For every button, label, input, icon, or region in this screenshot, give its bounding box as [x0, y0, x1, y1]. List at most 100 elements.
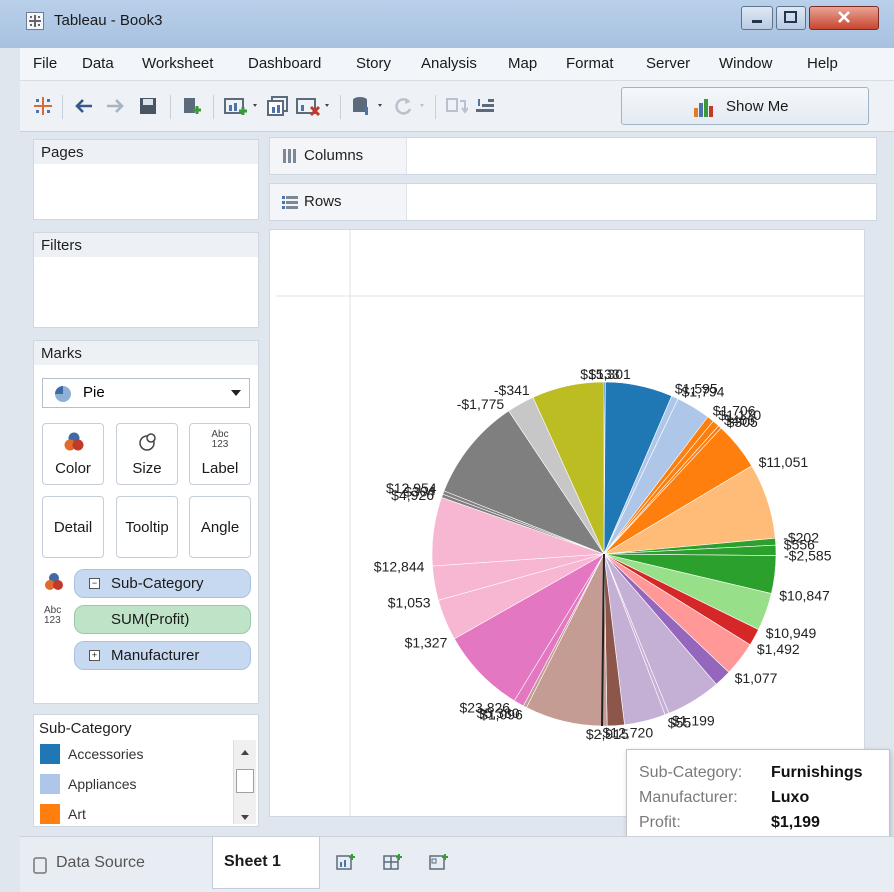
color-encoding-icon — [45, 573, 63, 590]
legend-item-label: Appliances — [68, 776, 137, 792]
save-icon — [140, 98, 156, 114]
menu-window[interactable]: Window — [719, 55, 772, 72]
menu-story[interactable]: Story — [356, 55, 391, 72]
pages-shelf[interactable]: Pages — [33, 139, 259, 220]
pie-icon — [55, 386, 71, 402]
view-canvas[interactable]: $133 $15,301 $1,595 $1,794 $1,706 $1,170 $406 $… — [269, 229, 865, 817]
close-button[interactable] — [809, 6, 879, 30]
maximize-button[interactable] — [776, 6, 806, 30]
sum-profit-pill[interactable]: SUM(Profit) — [74, 605, 251, 634]
minimize-icon — [752, 20, 762, 23]
sub-category-pill[interactable]: − Sub-Category — [74, 569, 251, 598]
new-worksheet-icon — [224, 98, 257, 115]
clear-sheet-button[interactable] — [295, 81, 331, 131]
sub-category-legend: Sub-Category Accessories Appliances Art — [33, 714, 259, 827]
tableau-logo-button[interactable] — [32, 81, 54, 131]
tooltip-row: Sub-Category: Furnishings — [639, 764, 863, 781]
new-dashboard-icon[interactable] — [383, 853, 403, 871]
menu-format[interactable]: Format — [566, 55, 614, 72]
detail-card-button[interactable]: Detail — [42, 496, 104, 558]
angle-card-button[interactable]: Angle — [189, 496, 251, 558]
color-card-label: Color — [55, 460, 91, 477]
color-icon — [64, 432, 84, 451]
scroll-up-icon — [241, 750, 249, 755]
legend-swatch — [40, 804, 60, 824]
forward-arrow-icon — [107, 99, 124, 113]
menu-server[interactable]: Server — [646, 55, 690, 72]
label-card-button[interactable]: Abc 123 Label — [189, 423, 251, 485]
rows-icon — [282, 196, 298, 209]
size-card-button[interactable]: Size — [116, 423, 178, 485]
columns-shelf[interactable]: Columns — [269, 137, 877, 175]
tooltip-card-button[interactable]: Tooltip — [116, 496, 178, 558]
mark-type-dropdown[interactable]: Pie — [42, 378, 250, 408]
slice-label: $55 — [668, 714, 692, 730]
refresh-button[interactable] — [392, 81, 428, 131]
minimize-button[interactable] — [741, 6, 773, 30]
menu-data[interactable]: Data — [82, 55, 114, 72]
slice-label: $12,844 — [374, 559, 425, 575]
add-data-icon — [184, 98, 201, 114]
sheet-tab[interactable]: Sheet 1 — [212, 837, 320, 889]
legend-scrollbar[interactable] — [233, 740, 256, 824]
menu-analysis[interactable]: Analysis — [421, 55, 477, 72]
tableau-app-icon — [26, 12, 44, 30]
legend-swatch — [40, 774, 60, 794]
save-button[interactable] — [137, 81, 159, 131]
sheet-tab-label: Sheet 1 — [224, 853, 281, 870]
menu-file[interactable]: File — [33, 55, 57, 72]
manufacturer-pill[interactable]: + Manufacturer — [74, 641, 251, 670]
tableau-logo-icon — [34, 97, 52, 115]
menu-help[interactable]: Help — [807, 55, 838, 72]
chevron-down-icon — [231, 390, 241, 396]
refresh-icon — [395, 98, 424, 115]
hover-tooltip: Sub-Category: Furnishings Manufacturer: Lu… — [626, 749, 890, 848]
angle-card-label: Angle — [200, 519, 240, 536]
sub-category-pill-label: Sub-Category — [111, 575, 204, 592]
clear-sheet-icon — [296, 98, 329, 117]
slice-label: $23,826 — [459, 700, 510, 716]
rows-shelf[interactable]: Rows — [269, 183, 877, 221]
redo-button[interactable] — [104, 81, 126, 131]
duplicate-sheet-button[interactable] — [266, 81, 290, 131]
swap-rows-columns-icon — [446, 98, 468, 114]
filters-shelf[interactable]: Filters — [33, 232, 259, 328]
columns-icon — [283, 149, 296, 163]
marks-card: Marks Pie Color Size Abc 123 Label Detail… — [33, 340, 259, 704]
title-bar: Tableau - Book3 — [0, 0, 894, 48]
slice-label: -$2,585 — [784, 548, 832, 564]
new-story-icon[interactable] — [429, 853, 449, 871]
menu-worksheet[interactable]: Worksheet — [142, 55, 213, 72]
columns-label: Columns — [304, 147, 364, 164]
undo-button[interactable] — [73, 81, 95, 131]
sort-ascending-icon — [476, 99, 494, 112]
show-me-button[interactable]: Show Me — [621, 87, 869, 125]
manufacturer-pill-label: Manufacturer — [111, 647, 200, 664]
window-title: Tableau - Book3 — [54, 12, 163, 29]
color-card-button[interactable]: Color — [42, 423, 104, 485]
slice-label: $305 — [727, 414, 758, 430]
new-data-source-button[interactable] — [180, 81, 204, 131]
sort-button[interactable] — [473, 81, 497, 131]
new-worksheet-button[interactable] — [223, 81, 259, 131]
menu-map[interactable]: Map — [508, 55, 537, 72]
slice-label: $1,492 — [757, 641, 800, 657]
scroll-thumb[interactable] — [236, 769, 254, 793]
slice-label: $1,794 — [682, 384, 725, 400]
legend-title: Sub-Category — [39, 720, 132, 737]
show-me-chart-icon — [694, 99, 713, 117]
slice-label: $15,301 — [580, 366, 631, 382]
slice-label: $1,077 — [735, 670, 778, 686]
data-source-dropdown-button[interactable] — [350, 81, 386, 131]
new-worksheet-icon[interactable] — [336, 853, 356, 871]
data-source-tab[interactable]: Data Source — [20, 845, 210, 885]
slice-label: $2,915 — [586, 726, 629, 742]
slice-label: $1,327 — [405, 635, 448, 651]
menu-dashboard[interactable]: Dashboard — [248, 55, 321, 72]
pie-chart[interactable]: $133$15,301$1,595$1,794$1,706$1,170$406$… — [270, 230, 864, 816]
swap-button[interactable] — [444, 81, 468, 131]
toolbar: Show Me — [20, 81, 894, 132]
tableau-window: Tableau - Book3 File Data Worksheet Dash… — [0, 0, 894, 892]
slice-label: $10,847 — [779, 587, 830, 603]
tooltip-row: Manufacturer: Luxo — [639, 789, 810, 806]
